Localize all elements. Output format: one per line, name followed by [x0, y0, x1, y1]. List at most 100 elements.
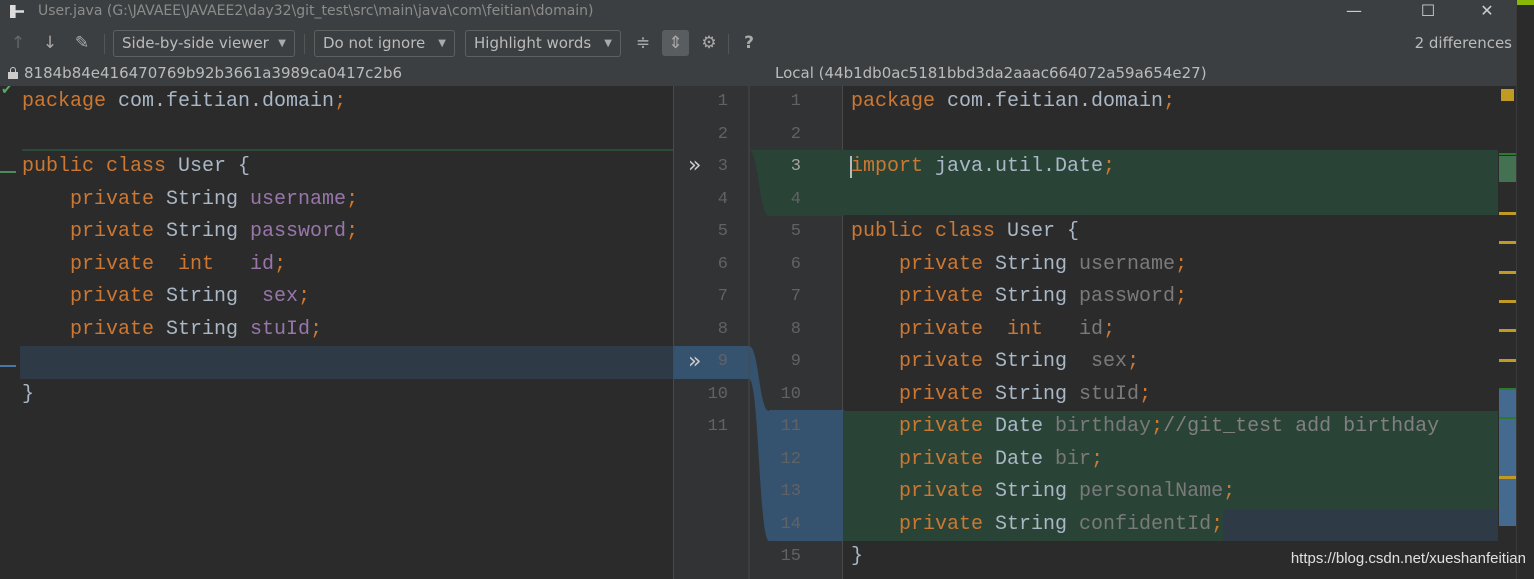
code-token: import [851, 155, 936, 178]
code-token: User { [178, 155, 251, 178]
left-line-number: 1 [717, 92, 728, 111]
code-token: stuId [1079, 382, 1140, 406]
code-text: private String username; [22, 184, 358, 217]
code-token: } [851, 545, 864, 568]
marker [1499, 212, 1516, 215]
code-text: private Date bir; [851, 444, 1103, 477]
code-token: //git_test add birthday [1163, 415, 1440, 438]
code-token: private [851, 252, 996, 276]
arrow-up-icon[interactable]: ↑ [6, 30, 30, 56]
code-line: private String stuId; [843, 379, 1498, 412]
code-line: public class User { [0, 151, 673, 184]
right-line-number: 12 [780, 449, 801, 469]
code-token: private int [851, 317, 1080, 341]
code-token: personalName [1079, 480, 1224, 503]
toolbar: ↑ ↓ ✎ Side-by-side viewer ▼ Do not ignore… [0, 24, 1516, 62]
code-token: private [851, 350, 996, 373]
minimize-button[interactable]: — [1334, 0, 1374, 22]
left-line-number: 11 [707, 417, 728, 436]
close-button[interactable]: ✕ [1467, 0, 1507, 22]
code-line: private String personalName; [843, 476, 1498, 509]
code-token: ; [1175, 252, 1188, 276]
error-stripe[interactable] [1498, 86, 1516, 579]
code-line: private int id; [0, 249, 673, 282]
highlight-dropdown[interactable]: Highlight words ▼ [465, 30, 621, 57]
code-token: password [250, 220, 347, 243]
code-text: private int id; [851, 314, 1115, 347]
code-token: String [995, 350, 1092, 373]
code-line: private String username; [0, 184, 673, 217]
code-token: ; [1127, 350, 1140, 373]
left-line-number: 8 [717, 319, 728, 339]
marker [1499, 241, 1516, 244]
code-token: ; [1103, 155, 1116, 178]
left-line-number: 5 [717, 222, 728, 241]
code-line: private String username; [843, 249, 1498, 282]
code-token: private [851, 512, 996, 536]
code-token: ; [1163, 90, 1176, 113]
code-token: String [995, 285, 1080, 308]
viewer-label: Side-by-side viewer [122, 34, 269, 52]
code-token: String [166, 317, 251, 341]
gear-icon[interactable]: ⚙ [697, 30, 721, 56]
marker [1499, 388, 1516, 390]
sync-scroll-icon[interactable]: ⇕ [662, 30, 689, 56]
collapse-unchanged-icon[interactable]: ≑ [631, 30, 655, 56]
code-token: String [166, 187, 251, 211]
warning-icon[interactable] [1501, 89, 1514, 101]
code-text: package com.feitian.domain; [22, 86, 346, 119]
code-token: birthday [1055, 415, 1152, 438]
help-icon[interactable]: ? [737, 30, 761, 56]
marker [1499, 153, 1516, 155]
ignore-label: Do not ignore [323, 34, 426, 52]
left-revision: 8184b84e416470769b92b3661a3989ca0417c2b6 [24, 64, 403, 82]
divider [728, 34, 729, 54]
code-token: ; [1091, 447, 1104, 471]
accent-bar [1517, 0, 1534, 5]
code-line: private String sex; [0, 281, 673, 314]
code-token: package [22, 90, 107, 113]
code-token: ; [1103, 317, 1116, 341]
right-editor[interactable]: package com.feitian.domain; import java.u… [843, 86, 1498, 579]
code-token: password [1079, 285, 1176, 308]
right-line-number: 15 [780, 547, 801, 566]
ignore-dropdown[interactable]: Do not ignore ▼ [314, 30, 455, 57]
arrow-down-icon[interactable]: ↓ [38, 30, 62, 56]
code-line: private Date bir; [843, 444, 1498, 477]
code-token: com.feitian.domain [935, 90, 1164, 113]
code-token: ; [274, 252, 287, 276]
code-token: ; [1151, 415, 1164, 438]
code-token: private [22, 285, 167, 308]
code-token: private [851, 447, 996, 471]
code-text: public class User { [851, 216, 1079, 249]
app-icon [10, 5, 24, 18]
code-token: String [995, 480, 1080, 503]
code-token: username [1079, 252, 1176, 276]
pencil-icon[interactable]: ✎ [70, 30, 94, 56]
right-line-number: 14 [780, 514, 801, 534]
code-line: private int id; [843, 314, 1498, 347]
code-token: com.feitian.domain [106, 90, 335, 113]
highlight-label: Highlight words [474, 34, 592, 52]
code-token: ; [346, 187, 359, 211]
left-editor[interactable]: ✔ package com.feitian.domain; public clas… [0, 86, 673, 579]
code-line: private String confidentId; [843, 509, 1498, 542]
code-text: private String password; [22, 216, 358, 249]
viewer-dropdown[interactable]: Side-by-side viewer ▼ [113, 30, 295, 57]
maximize-button[interactable]: ☐ [1408, 0, 1448, 22]
code-token: ; [310, 317, 323, 341]
code-token: public class [851, 220, 1008, 243]
marker [1499, 417, 1516, 419]
left-line-number: 3 [717, 157, 728, 176]
code-token: sex [262, 285, 299, 308]
watermark: https://blog.csdn.net/xueshanfeitian [1290, 550, 1526, 567]
revision-header: 8184b84e416470769b92b3661a3989ca0417c2b6… [0, 62, 1516, 86]
code-token: private [851, 415, 996, 438]
differences-count: 2 differences [1414, 34, 1512, 52]
side-strip [1516, 0, 1534, 579]
code-token: String [166, 285, 263, 308]
